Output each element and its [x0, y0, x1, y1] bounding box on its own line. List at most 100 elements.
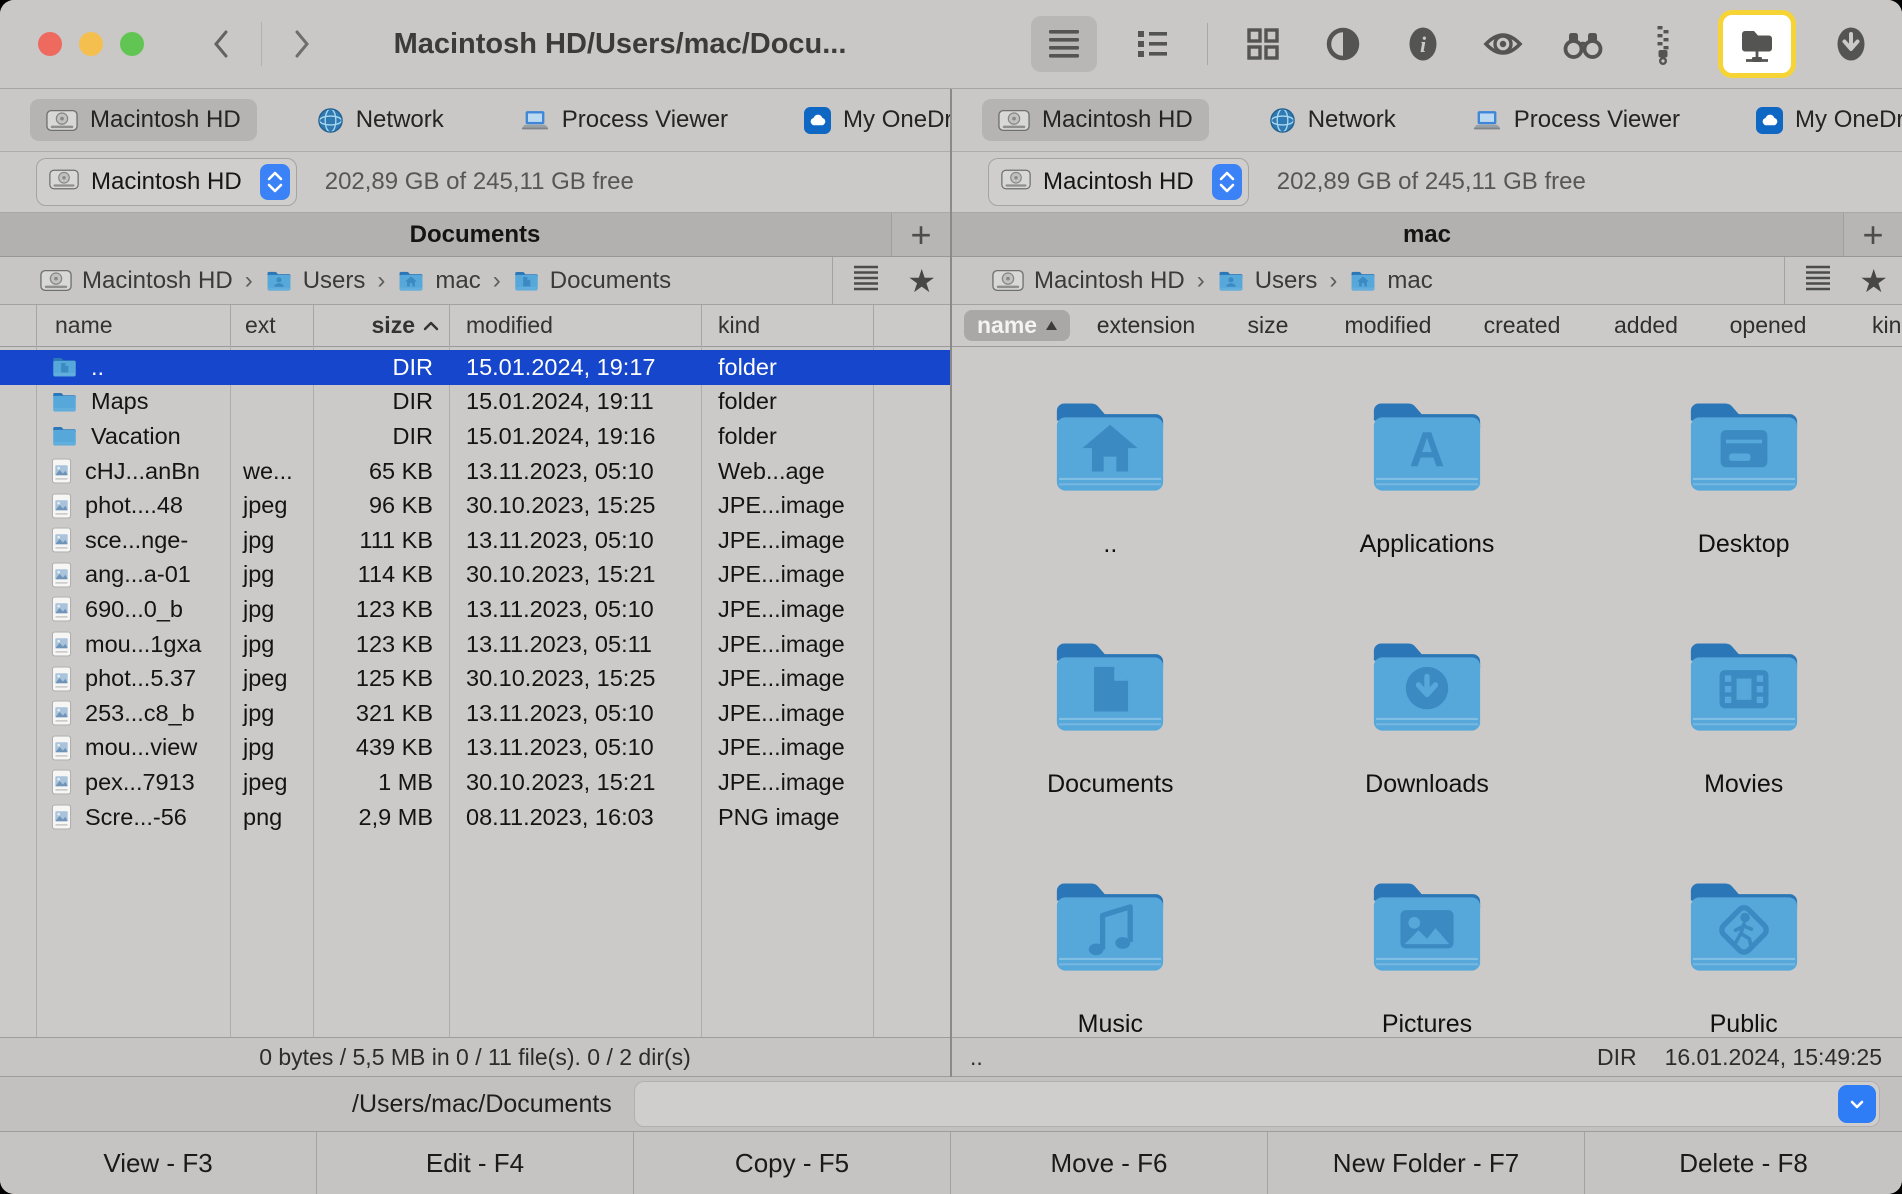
- downloads-icon[interactable]: [1826, 19, 1876, 69]
- quick-look-icon[interactable]: [1478, 19, 1528, 69]
- breadcrumb-item-documents[interactable]: Documents: [513, 267, 671, 295]
- list-view-icon[interactable]: [1031, 16, 1097, 72]
- left-breadcrumb: Macintosh HD›Users›mac›Documents ★: [0, 257, 950, 305]
- tab-macintosh-hd[interactable]: Macintosh HD: [30, 99, 257, 141]
- detail-list-view-icon[interactable]: [1127, 19, 1177, 69]
- grid-item-item[interactable]: ..: [952, 346, 1269, 586]
- column-header-name[interactable]: name: [36, 305, 230, 346]
- column-header-size[interactable]: size: [313, 305, 449, 346]
- column-header-added[interactable]: added: [1614, 312, 1678, 339]
- column-header-size[interactable]: size: [1248, 312, 1289, 339]
- left-folder-tab[interactable]: Documents +: [0, 213, 950, 257]
- file-row[interactable]: phot....48jpeg96 KB30.10.2023, 15:25JPE.…: [0, 488, 950, 523]
- grid-item-desktop[interactable]: Desktop: [1585, 346, 1902, 586]
- file-row[interactable]: cHJ...anBnwe...65 KB13.11.2023, 05:10Web…: [0, 454, 950, 489]
- tab-network[interactable]: Network: [301, 99, 460, 141]
- grid-item-downloads[interactable]: Downloads: [1269, 586, 1586, 826]
- file-row[interactable]: mou...viewjpg439 KB13.11.2023, 05:10JPE.…: [0, 731, 950, 766]
- back-button[interactable]: [205, 22, 237, 66]
- breadcrumb-item-users[interactable]: Users: [1217, 267, 1318, 295]
- grid-item-movies[interactable]: Movies: [1585, 586, 1902, 826]
- path-menu-icon[interactable]: [1803, 262, 1833, 299]
- grid-item-label: Desktop: [1698, 532, 1790, 557]
- column-header-extension[interactable]: extension: [1097, 312, 1195, 339]
- left-drive-stepper[interactable]: [260, 164, 290, 200]
- file-size: 123 KB: [313, 631, 449, 658]
- hard-drive-icon: [49, 168, 79, 196]
- column-header-modified[interactable]: modified: [1345, 312, 1432, 339]
- file-row[interactable]: 253...c8_bjpg321 KB13.11.2023, 05:10JPE.…: [0, 696, 950, 731]
- left-new-tab-button[interactable]: +: [891, 213, 950, 256]
- column-header-kind[interactable]: kind: [1872, 312, 1902, 339]
- tab-process-viewer[interactable]: Process Viewer: [1456, 99, 1696, 141]
- tab-process-viewer[interactable]: Process Viewer: [504, 99, 744, 141]
- command-input[interactable]: [634, 1081, 1880, 1127]
- forward-button[interactable]: [286, 22, 318, 66]
- file-ext: jpg: [230, 734, 313, 761]
- archive-zip-icon[interactable]: [1638, 19, 1688, 69]
- right-drive-stepper[interactable]: [1212, 164, 1242, 200]
- path-history-dropdown[interactable]: [1838, 1085, 1876, 1123]
- favorites-star-icon[interactable]: ★: [907, 265, 936, 297]
- function-key-bar: View - F3Edit - F4Copy - F5Move - F6New …: [0, 1131, 1902, 1194]
- laptop-icon: [520, 108, 550, 133]
- grid-item-music[interactable]: Music: [952, 826, 1269, 1037]
- tab-label: My OneDrive: [1795, 106, 1902, 134]
- file-row[interactable]: Scre...-56png2,9 MB08.11.2023, 16:03PNG …: [0, 800, 950, 835]
- theme-toggle-icon[interactable]: [1318, 19, 1368, 69]
- column-header-created[interactable]: created: [1484, 312, 1561, 339]
- file-row[interactable]: ang...a-01jpg114 KB30.10.2023, 15:21JPE.…: [0, 558, 950, 593]
- file-row[interactable]: 690...0_bjpg123 KB13.11.2023, 05:10JPE..…: [0, 592, 950, 627]
- fn-button-move-f6[interactable]: Move - F6: [951, 1132, 1268, 1194]
- zoom-button[interactable]: [120, 32, 144, 56]
- folder-row[interactable]: VacationDIR15.01.2024, 19:16folder: [0, 419, 950, 454]
- right-new-tab-button[interactable]: +: [1843, 213, 1902, 256]
- breadcrumb-item-macintosh-hd[interactable]: Macintosh HD: [40, 267, 233, 295]
- grid-item-label: Applications: [1360, 532, 1495, 557]
- grid-item-documents[interactable]: Documents: [952, 586, 1269, 826]
- column-header-modified[interactable]: modified: [449, 305, 701, 346]
- column-header-kind[interactable]: kind: [701, 305, 873, 346]
- favorites-star-icon[interactable]: ★: [1859, 265, 1888, 297]
- grid-item-label: Pictures: [1382, 1012, 1472, 1037]
- fn-button-edit-f4[interactable]: Edit - F4: [317, 1132, 634, 1194]
- right-drive-selector[interactable]: Macintosh HD: [988, 158, 1249, 206]
- breadcrumb-item-macintosh-hd[interactable]: Macintosh HD: [992, 267, 1185, 295]
- fn-button-delete-f8[interactable]: Delete - F8: [1585, 1132, 1902, 1194]
- tab-label: Macintosh HD: [1042, 106, 1193, 134]
- tab-network[interactable]: Network: [1253, 99, 1412, 141]
- network-share-icon[interactable]: [1718, 10, 1796, 78]
- breadcrumb-item-mac[interactable]: mac: [1349, 267, 1432, 295]
- grid-item-public[interactable]: Public: [1585, 826, 1902, 1037]
- fn-button-view-f3[interactable]: View - F3: [0, 1132, 317, 1194]
- file-kind: JPE...image: [701, 527, 873, 554]
- grid-item-pictures[interactable]: Pictures: [1269, 826, 1586, 1037]
- breadcrumb-item-users[interactable]: Users: [265, 267, 366, 295]
- traffic-lights: [38, 0, 144, 88]
- minimize-button[interactable]: [79, 32, 103, 56]
- hard-drive-icon: [40, 268, 72, 293]
- tab-my-onedrive[interactable]: My OneDrive: [1740, 99, 1902, 141]
- info-icon[interactable]: i: [1398, 19, 1448, 69]
- column-header-opened[interactable]: opened: [1730, 312, 1807, 339]
- tab-macintosh-hd[interactable]: Macintosh HD: [982, 99, 1209, 141]
- grid-item-applications[interactable]: AApplications: [1269, 346, 1586, 586]
- file-row[interactable]: sce...nge-jpg111 KB13.11.2023, 05:10JPE.…: [0, 523, 950, 558]
- close-button[interactable]: [38, 32, 62, 56]
- column-header-name[interactable]: name: [964, 310, 1070, 341]
- right-folder-tab[interactable]: mac +: [952, 213, 1902, 257]
- fn-button-copy-f5[interactable]: Copy - F5: [634, 1132, 951, 1194]
- breadcrumb-item-mac[interactable]: mac: [397, 267, 480, 295]
- image-file-icon: [51, 493, 72, 519]
- folder-row[interactable]: MapsDIR15.01.2024, 19:11folder: [0, 385, 950, 420]
- column-header-ext[interactable]: ext: [230, 305, 313, 346]
- file-row[interactable]: pex...7913jpeg1 MB30.10.2023, 15:21JPE..…: [0, 765, 950, 800]
- left-drive-selector[interactable]: Macintosh HD: [36, 158, 297, 206]
- path-menu-icon[interactable]: [851, 262, 881, 299]
- folder-row[interactable]: ..DIR15.01.2024, 19:17folder: [0, 350, 950, 385]
- fn-button-new-folder-f7[interactable]: New Folder - F7: [1268, 1132, 1585, 1194]
- file-row[interactable]: mou...1gxajpg123 KB13.11.2023, 05:11JPE.…: [0, 627, 950, 662]
- file-row[interactable]: phot...5.37jpeg125 KB30.10.2023, 15:25JP…: [0, 661, 950, 696]
- search-binoculars-icon[interactable]: [1558, 19, 1608, 69]
- grid-view-icon[interactable]: [1238, 19, 1288, 69]
